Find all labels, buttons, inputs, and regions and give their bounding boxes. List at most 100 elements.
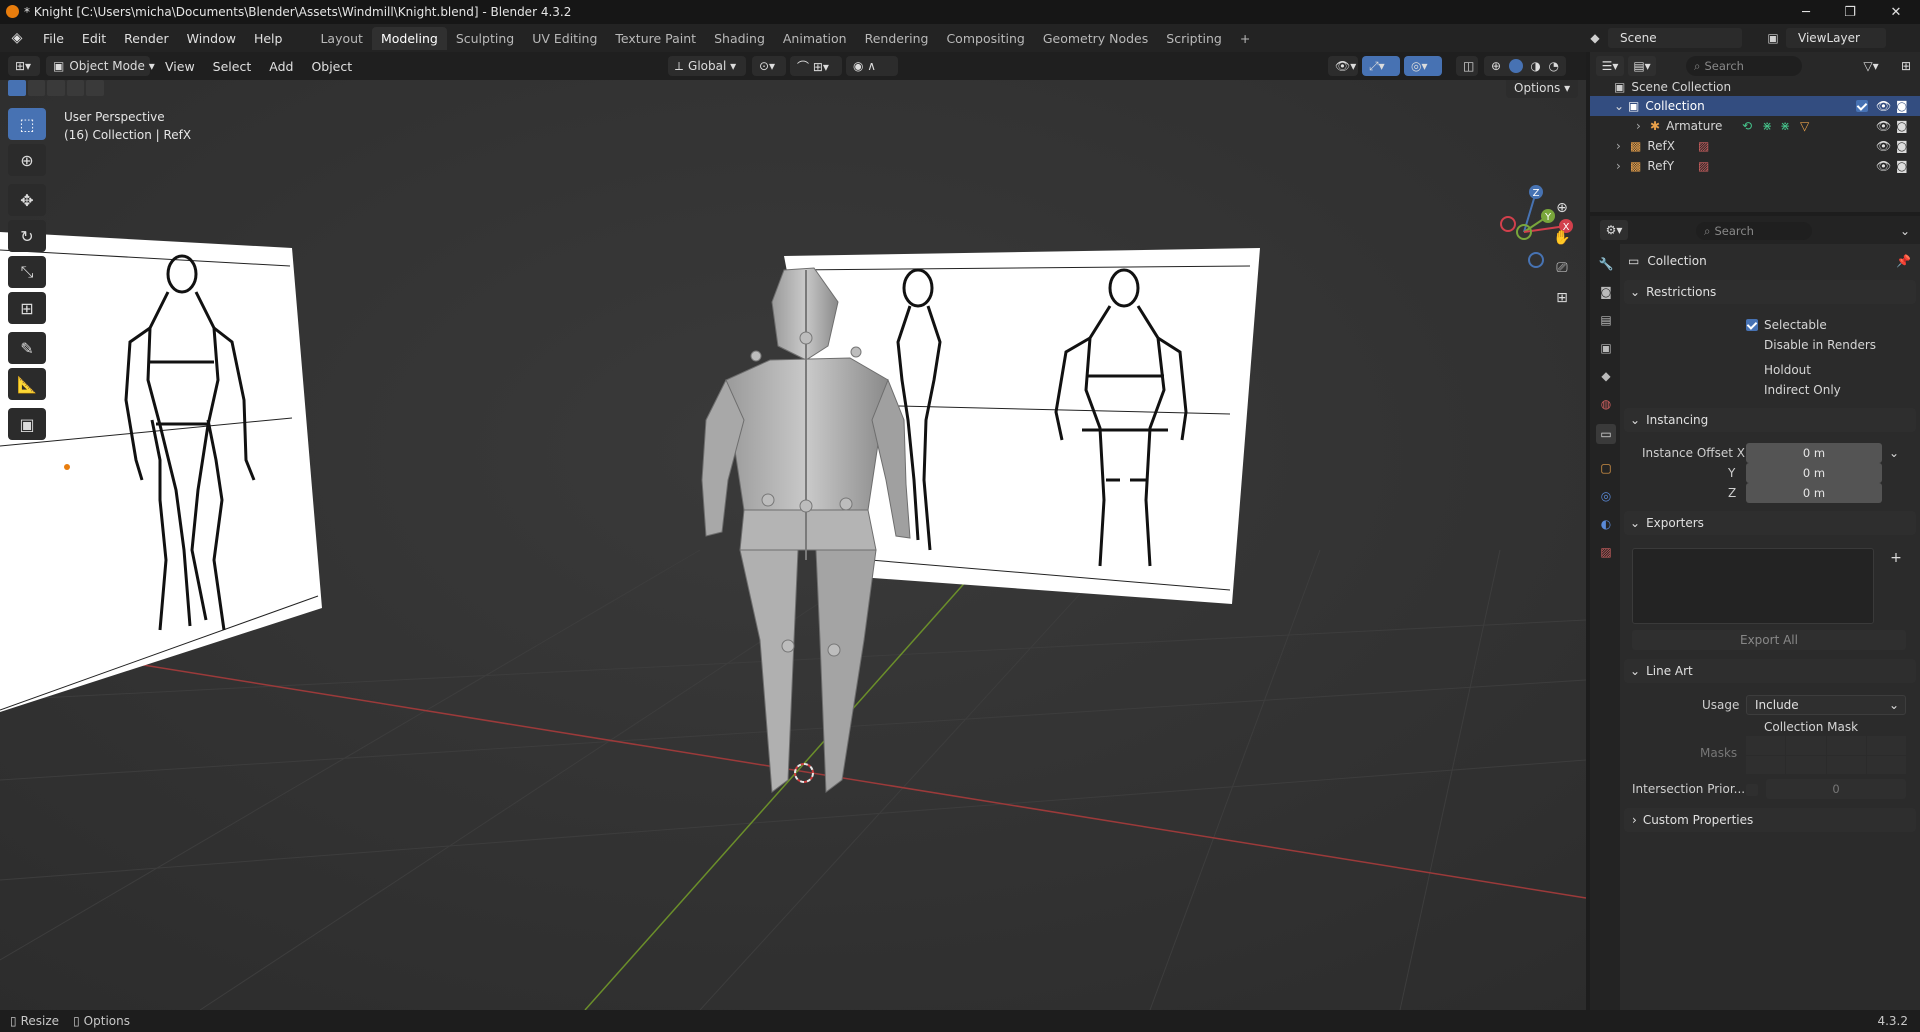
tool-tab-icon[interactable]: 🔧 [1596,254,1616,274]
disable-renders-check[interactable] [1746,339,1758,351]
move-tool-icon[interactable]: ✥ [8,184,46,216]
pivot-point-icon[interactable]: ⊙▾ [752,56,786,76]
blender-menu-icon[interactable]: ◈ [0,30,34,46]
instance-offset-y-field[interactable]: 0 m [1746,463,1882,483]
holdout-checkbox[interactable]: Holdout [1746,363,1811,377]
constraints-tab-icon[interactable]: ◐ [1596,514,1616,534]
intersection-priority-checkbox[interactable] [1746,784,1758,796]
mask-toggle[interactable] [1866,755,1906,774]
proportional-editing-icon[interactable]: ◉ ∧ [846,56,898,76]
new-collection-icon[interactable]: ⊞ [1896,56,1916,76]
pin-icon[interactable]: 📌 [1896,254,1911,268]
xray-toggle-icon[interactable]: ◫ [1456,56,1478,76]
mode-selector[interactable]: ▣ Object Mode ▾ [46,56,155,76]
collection-mask-checkbox[interactable]: Collection Mask [1746,720,1858,734]
collection-mask-check[interactable] [1746,721,1758,733]
holdout-check[interactable] [1746,364,1758,376]
minimize-button[interactable]: ─ [1786,0,1826,24]
menu-render[interactable]: Render [115,31,178,46]
gizmo-toggle-icon[interactable]: ⤢▾ [1362,56,1400,76]
view-layer-tab-icon[interactable]: ▣ [1596,338,1616,358]
chevron-down-icon[interactable]: ⌄ [1896,222,1914,240]
selectable-checkbox[interactable]: Selectable [1746,318,1827,332]
scale-tool-icon[interactable]: ⤡ [8,256,46,288]
usage-dropdown[interactable]: Include ⌄ [1746,695,1906,715]
camera-icon[interactable]: ◙ [1896,119,1908,133]
instancing-panel-header[interactable]: ⌄ Instancing [1624,408,1916,432]
eye-icon[interactable]: 👁 [1876,119,1891,133]
mask-toggle[interactable] [1786,736,1826,755]
chevron-right-icon[interactable]: › [1616,159,1630,173]
menu-view[interactable]: View [156,59,204,74]
chevron-down-icon[interactable]: ⌄ [1614,99,1628,113]
perspective-toggle-icon[interactable]: ⊞ [1550,286,1574,310]
camera-icon[interactable]: ◙ [1896,99,1908,113]
chevron-down-icon[interactable]: ⌄ [1884,443,1904,463]
view-layer-selector[interactable]: ViewLayer [1786,28,1886,48]
menu-add[interactable]: Add [260,59,302,74]
mask-toggle[interactable] [1786,755,1826,774]
camera-icon[interactable]: ◙ [1896,139,1908,153]
menu-object[interactable]: Object [302,59,361,74]
annotate-tool-icon[interactable]: ✎ [8,332,46,364]
tab-uv-editing[interactable]: UV Editing [523,27,606,50]
mask-toggle[interactable] [1746,736,1786,755]
add-cube-tool-icon[interactable]: ▣ [8,408,46,440]
wireframe-shading-icon[interactable]: ⊕ [1491,59,1501,73]
mask-toggle[interactable] [1866,736,1906,755]
select-new-icon[interactable] [8,80,26,96]
indirect-only-checkbox[interactable]: Indirect Only [1746,383,1841,397]
menu-window[interactable]: Window [178,31,245,46]
shading-mode-group[interactable]: ⊕ ◑ ◔ [1484,56,1566,76]
outliner-item-armature[interactable]: › ✱ Armature ⟲ ⋇ ⋇ ▽ 👁 ◙ [1590,116,1920,136]
tab-compositing[interactable]: Compositing [937,27,1033,50]
properties-search-input[interactable]: ⌕ Search [1696,222,1812,240]
exclude-checkbox[interactable] [1856,100,1868,112]
outliner-editor-type-icon[interactable]: ☰▾ [1596,56,1624,76]
exporters-list[interactable] [1632,548,1874,624]
menu-edit[interactable]: Edit [73,31,115,46]
cursor-tool-icon[interactable]: ⊕ [8,144,46,176]
outliner-search-input[interactable]: ⌕ Search [1686,56,1802,76]
zoom-icon[interactable]: ⊕ [1550,196,1574,220]
outliner-item-refy[interactable]: › ▩ RefY ▨ 👁 ◙ [1590,156,1920,176]
maximize-button[interactable]: ❐ [1830,0,1870,24]
rotate-tool-icon[interactable]: ↻ [8,220,46,252]
eye-icon[interactable]: 👁 [1876,159,1891,173]
line-art-panel-header[interactable]: ⌄ Line Art [1624,659,1916,683]
select-invert-icon[interactable] [66,80,85,96]
add-exporter-button[interactable]: + [1886,548,1906,568]
tab-rendering[interactable]: Rendering [856,27,938,50]
instance-offset-x-field[interactable]: 0 m [1746,443,1882,463]
properties-editor-type-icon[interactable]: ⚙▾ [1600,220,1628,240]
transform-tool-icon[interactable]: ⊞ [8,292,46,324]
outliner-item-collection[interactable]: ⌄ ▣ Collection 👁 ◙ [1590,96,1920,116]
instance-offset-z-field[interactable]: 0 m [1746,483,1882,503]
close-button[interactable]: ✕ [1876,0,1916,24]
menu-help[interactable]: Help [245,31,292,46]
filter-icon[interactable]: ▽▾ [1856,56,1886,76]
select-intersect-icon[interactable] [86,80,104,96]
tab-texture-paint[interactable]: Texture Paint [606,27,705,50]
3d-viewport[interactable]: Z Y X User Perspective (16) Collection |… [0,80,1586,1010]
tab-scripting[interactable]: Scripting [1157,27,1231,50]
selectable-check[interactable] [1746,319,1758,331]
mask-toggle[interactable] [1746,755,1786,774]
eye-icon[interactable]: 👁 [1876,139,1891,153]
camera-view-icon[interactable]: ⎚ [1550,256,1574,280]
world-tab-icon[interactable]: ◍ [1596,394,1616,414]
rendered-shading-icon[interactable]: ◔ [1549,59,1559,73]
exporters-panel-header[interactable]: ⌄ Exporters [1624,511,1916,535]
intersection-priority-field[interactable]: 0 [1766,779,1906,799]
solid-shading-icon[interactable] [1508,59,1523,73]
outliner-scene-collection[interactable]: ▣ Scene Collection [1590,77,1920,97]
pan-hand-icon[interactable]: ✋ [1550,226,1574,250]
physics-tab-icon[interactable]: ◎ [1596,486,1616,506]
object-tab-icon[interactable]: ▢ [1596,458,1616,478]
overlay-toggle-icon[interactable]: ◎▾ [1404,56,1442,76]
mask-toggle[interactable] [1826,736,1866,755]
tab-shading[interactable]: Shading [705,27,774,50]
restrictions-panel-header[interactable]: ⌄ Restrictions [1624,280,1916,304]
render-tab-icon[interactable]: ◙ [1596,282,1616,302]
editor-type-button[interactable]: ⊞▾ [8,56,40,76]
